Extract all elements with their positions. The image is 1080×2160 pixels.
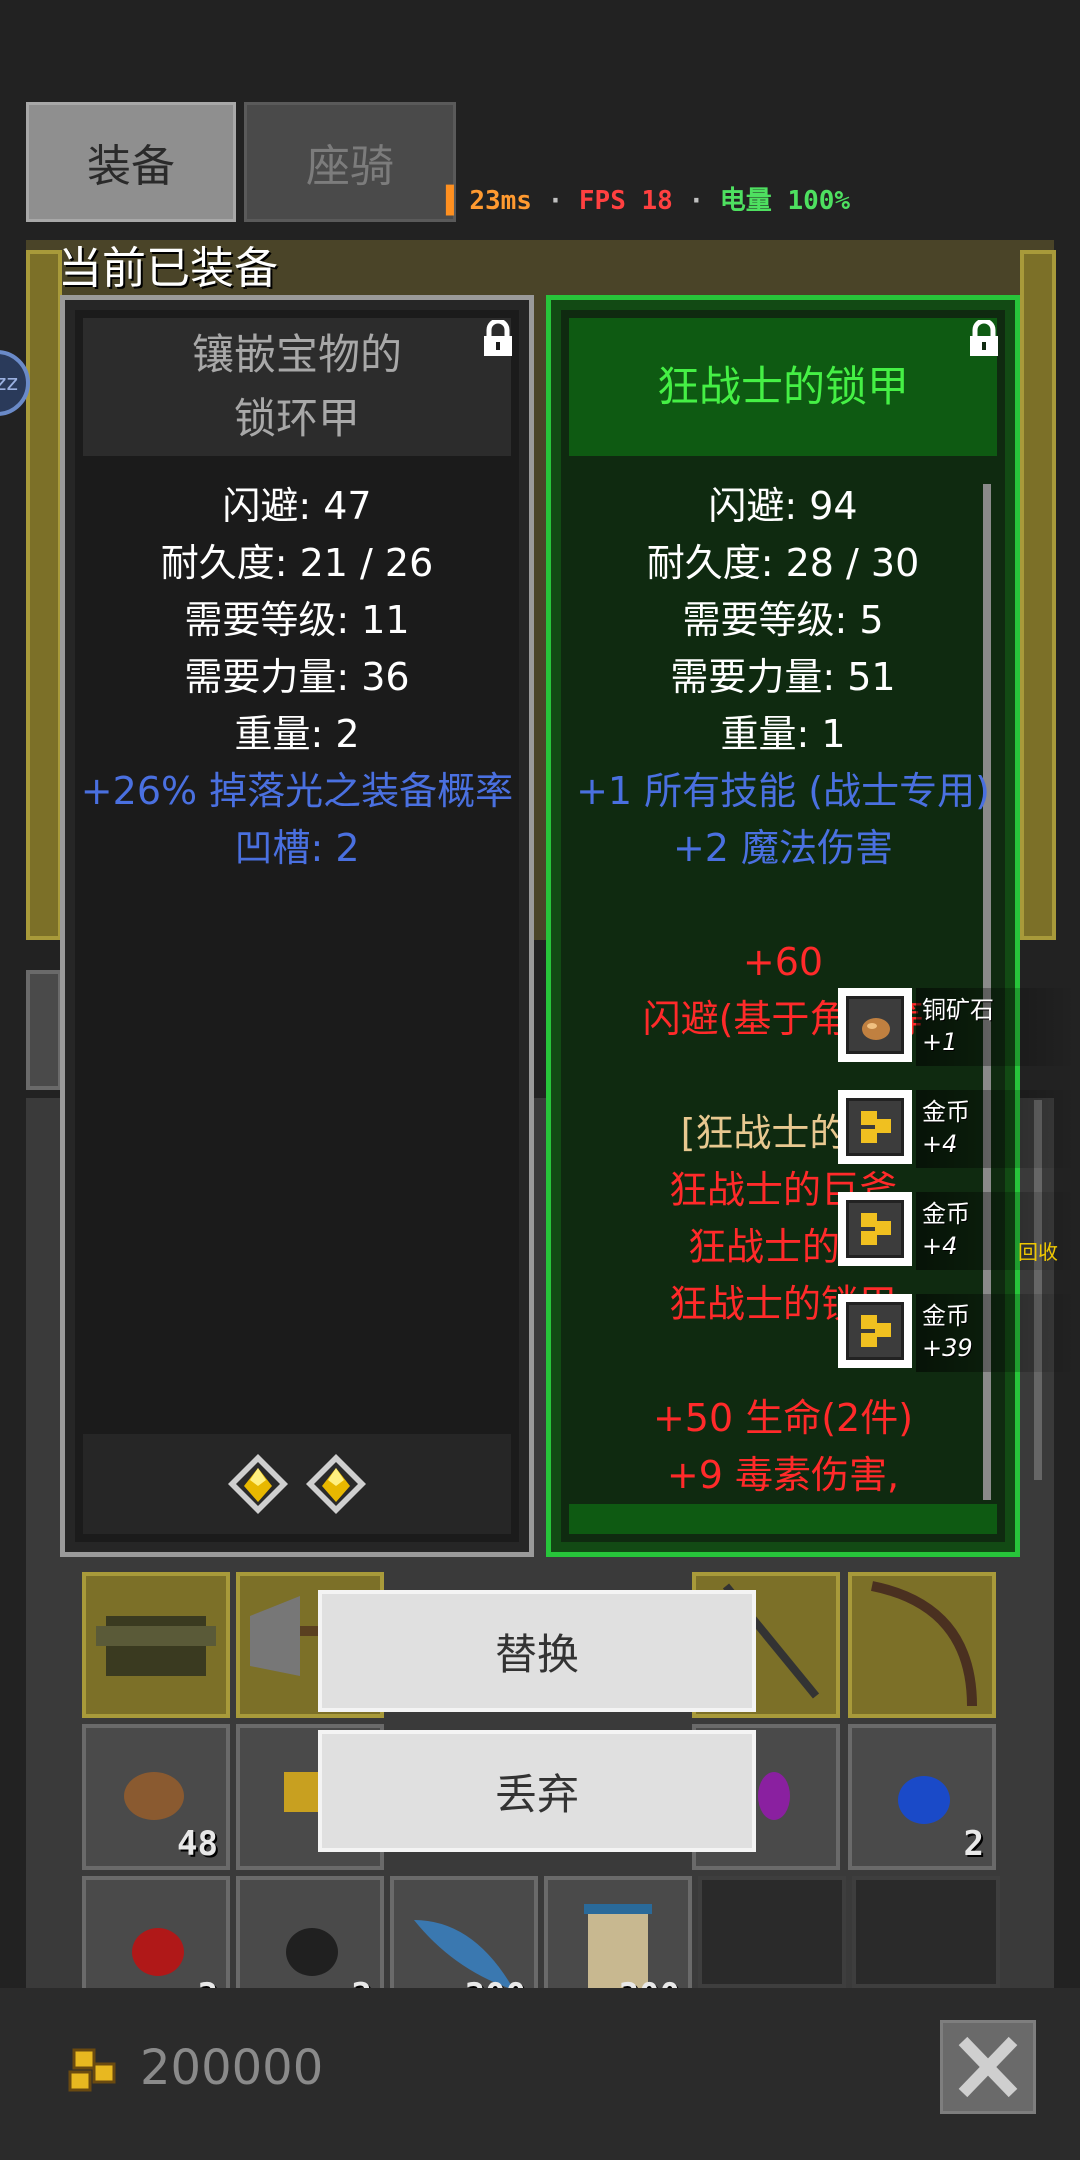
gold-gem-icon xyxy=(306,1454,366,1514)
stat-line: +1 所有技能 (战士专用) xyxy=(576,769,990,813)
stat-line: 闪避: 47 xyxy=(222,484,372,528)
bow-icon xyxy=(871,1581,977,1707)
fps-value: FPS 18 xyxy=(578,186,673,216)
battery-value: 电量 100% xyxy=(719,186,851,216)
stat-line: 耐久度: 28 / 30 xyxy=(646,541,920,585)
stat-line: 重量: 2 xyxy=(234,712,360,756)
stat-line: 闪避: 94 xyxy=(708,484,858,528)
currently-equipped-label: 当前已装备 xyxy=(58,243,278,294)
stat-line: +26% 掉落光之装备概率 xyxy=(80,769,514,813)
lock-icon[interactable] xyxy=(967,320,1001,358)
set-bonus: +9 毒素伤害, xyxy=(666,1453,900,1497)
stat-line: +2 魔法伤害 xyxy=(672,826,894,870)
item-title: 狂战士的锁甲 xyxy=(569,318,997,456)
set-bonus: +50 生命(2件) xyxy=(652,1396,914,1440)
stat-line: 需要力量: 51 xyxy=(670,655,896,699)
tab-mount[interactable]: 座骑 xyxy=(244,102,456,222)
card-footer xyxy=(569,1504,997,1534)
performance-status: ▐ 23ms · FPS 18 · 电量 100% xyxy=(438,186,851,216)
loot-notification: 金币 +4 xyxy=(838,1090,1078,1168)
close-button[interactable] xyxy=(940,2020,1036,2114)
inventory-slot-empty[interactable] xyxy=(852,1876,1000,1988)
stat-line: 需要等级: 11 xyxy=(184,598,410,642)
close-icon xyxy=(958,2036,1018,2098)
inventory-slot-ore[interactable]: 48 xyxy=(82,1724,230,1870)
copper-ore-icon xyxy=(862,1018,890,1040)
inventory-slot-empty[interactable] xyxy=(698,1876,846,1988)
item-title: 镶嵌宝物的 锁环甲 xyxy=(83,318,511,456)
inventory-slot-blue-gem[interactable]: 2 xyxy=(848,1724,996,1870)
stat-line: 凹槽: 2 xyxy=(234,826,360,870)
loot-notification: 金币 +39 xyxy=(838,1294,1078,1372)
discard-button[interactable]: 丢弃 xyxy=(318,1730,756,1852)
stat-line: 耐久度: 21 / 26 xyxy=(160,541,434,585)
inventory-slot-armor[interactable] xyxy=(82,1572,230,1718)
ping-value: 23ms xyxy=(469,186,532,216)
loot-notification: 铜矿石 +1 xyxy=(838,988,1078,1066)
replace-button[interactable]: 替换 xyxy=(318,1590,756,1712)
gold-coins-icon xyxy=(861,1111,891,1143)
gold-coins-icon xyxy=(861,1213,891,1245)
socket-bar xyxy=(83,1434,511,1534)
gold-gem-icon xyxy=(228,1454,288,1514)
armor-icon xyxy=(96,1616,216,1676)
stat-line: +60 xyxy=(742,940,824,984)
lock-icon[interactable] xyxy=(481,320,515,358)
stat-line: 需要力量: 36 xyxy=(184,655,410,699)
gold-coins-icon xyxy=(861,1315,891,1347)
equipment-slot[interactable] xyxy=(1020,250,1056,940)
gold-coins-icon xyxy=(68,2048,116,2092)
tab-equipment[interactable]: 装备 xyxy=(26,102,236,222)
signal-icon: ▐ xyxy=(438,186,454,216)
equipped-item-card: 镶嵌宝物的 锁环甲 闪避: 47 耐久度: 21 / 26 需要等级: 11 需… xyxy=(60,295,534,1557)
stat-line: 需要等级: 5 xyxy=(682,598,884,642)
inventory-slot-bow[interactable] xyxy=(848,1572,996,1718)
gold-amount: 200000 xyxy=(140,2040,324,2096)
equipment-slot[interactable] xyxy=(26,250,62,940)
stat-line: 重量: 1 xyxy=(720,712,846,756)
recycle-label[interactable]: 回收 xyxy=(1018,1236,1058,1265)
item-stats: 闪避: 47 耐久度: 21 / 26 需要等级: 11 需要力量: 36 重量… xyxy=(65,478,529,877)
panel-edge xyxy=(26,970,62,1090)
stat-spacer xyxy=(551,877,1015,934)
